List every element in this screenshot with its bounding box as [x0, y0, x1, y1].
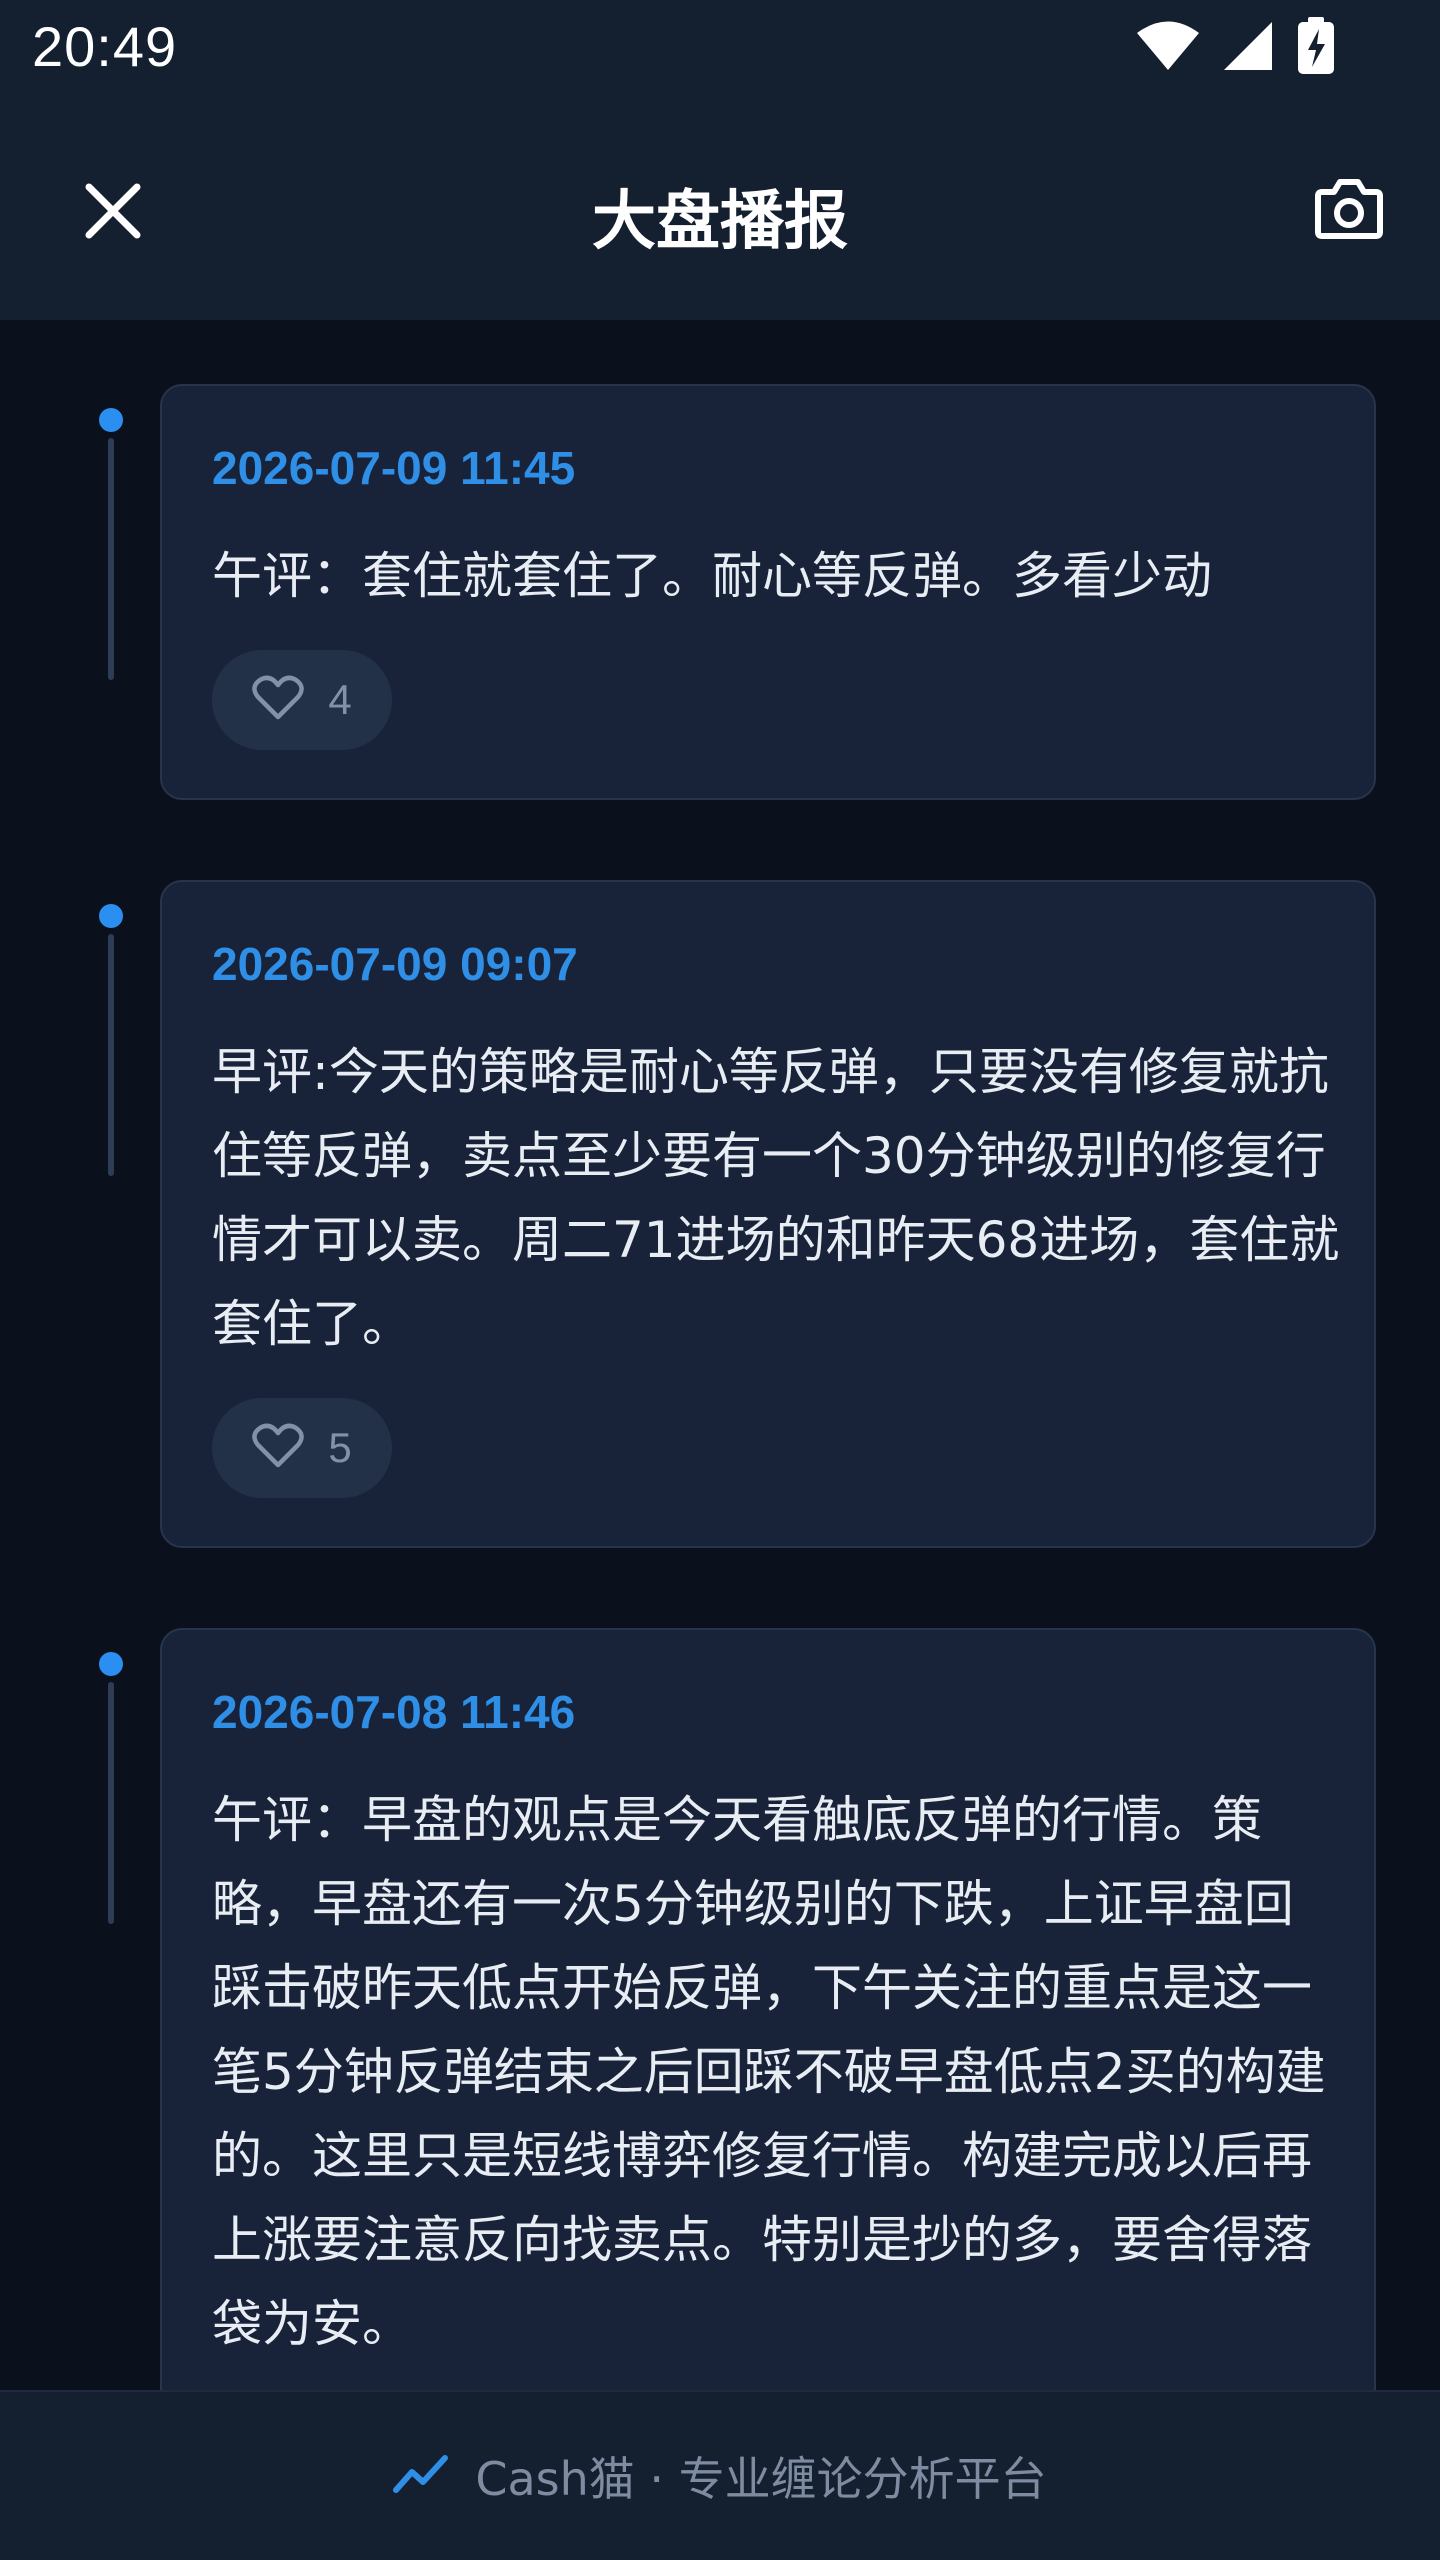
broadcast-card: 2026-07-09 09:07 早评:今天的策略是耐心等反弹，只要没有修复就抗… [160, 880, 1376, 1548]
timeline-dot [99, 1652, 123, 1676]
timeline-dot [99, 904, 123, 928]
camera-icon [1314, 178, 1384, 244]
card-date: 2026-07-09 09:07 [212, 938, 578, 990]
broadcast-card: 2026-07-08 11:46 午评：早盘的观点是今天看触底反弹的行情。策略，… [160, 1628, 1376, 2390]
footer: Cash猫 · 专业缠论分析平台 [0, 2390, 1440, 2560]
status-time: 20:49 [32, 15, 178, 78]
timeline-line [108, 438, 114, 680]
page-title: 大盘播报 [592, 185, 848, 259]
card-text: 早评:今天的策略是耐心等反弹，只要没有修复就抗住等反弹，卖点至少要有一个30分钟… [212, 1043, 1340, 1353]
card-date: 2026-07-09 11:45 [212, 442, 576, 494]
timeline-line [108, 1682, 114, 1924]
status-bar: 20:49 [0, 0, 1440, 100]
trend-line-icon [393, 2454, 449, 2498]
app-header: 大盘播报 [0, 100, 1440, 320]
footer-text: Cash猫 · 专业缠论分析平台 [475, 2452, 1047, 2506]
broadcast-card: 2026-07-09 11:45 午评：套住就套住了。耐心等反弹。多看少动 4 [160, 384, 1376, 800]
card-text: 午评：套住就套住了。耐心等反弹。多看少动 [212, 547, 1212, 605]
battery-charging-icon [1296, 17, 1336, 79]
broadcast-feed[interactable]: 2026-07-09 11:45 午评：套住就套住了。耐心等反弹。多看少动 4 … [0, 320, 1440, 2390]
timeline-line [108, 934, 114, 1176]
card-date: 2026-07-08 11:46 [212, 1686, 576, 1738]
like-count: 4 [328, 676, 352, 723]
timeline-dot [99, 408, 123, 432]
status-icons [1136, 17, 1336, 79]
heart-icon [252, 1423, 305, 1473]
card-text: 午评：早盘的观点是今天看触底反弹的行情。策略，早盘还有一次5分钟级别的下跌，上证… [212, 1791, 1326, 2353]
like-count: 5 [328, 1424, 352, 1471]
like-button[interactable]: 4 [212, 650, 392, 750]
heart-icon [252, 675, 305, 725]
camera-button[interactable] [1304, 166, 1394, 256]
signal-icon [1222, 20, 1274, 76]
wifi-icon [1136, 20, 1200, 76]
like-button[interactable]: 5 [212, 1398, 392, 1498]
screen: 20:49 大盘播报 2026-07-09 11:45 午评：套住就套住了。耐心… [0, 0, 1440, 2560]
